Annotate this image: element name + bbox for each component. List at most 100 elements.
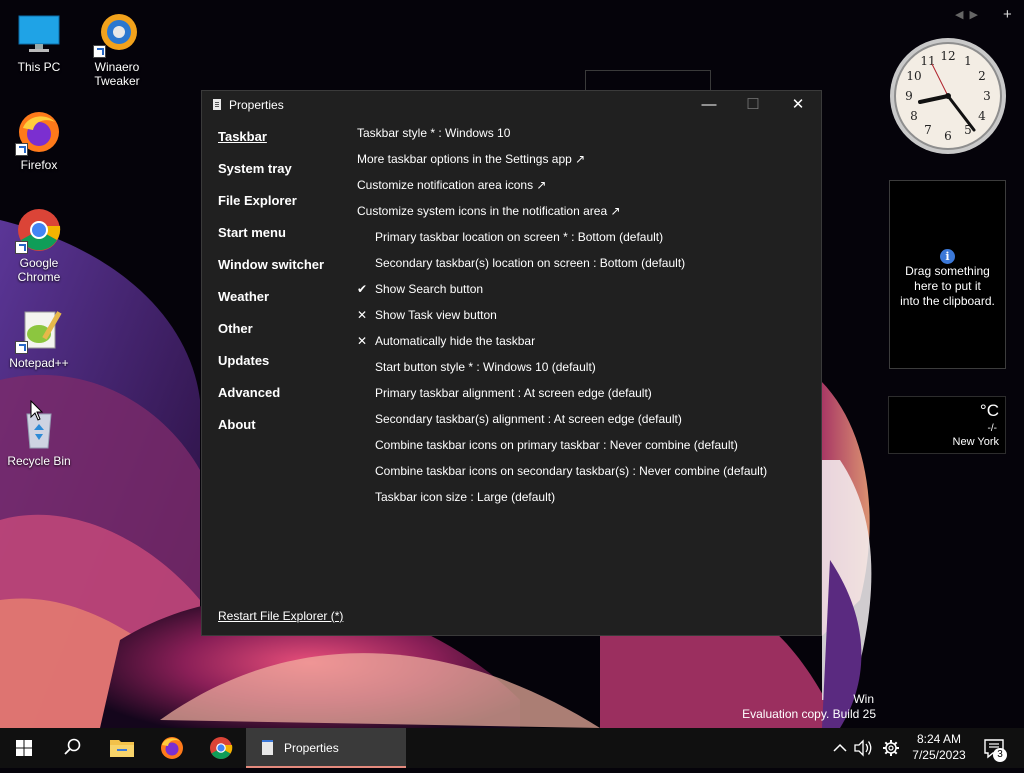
desktop-icon-label: Winaero bbox=[94, 60, 140, 74]
desktop-icon-winaero-tweaker[interactable]: Winaero Tweaker bbox=[78, 10, 156, 88]
svg-text:2: 2 bbox=[978, 69, 986, 83]
windows-logo-icon bbox=[16, 740, 32, 756]
taskbar-firefox[interactable] bbox=[148, 728, 196, 768]
desktop-icon-label: Google bbox=[19, 256, 59, 270]
option-combine-primary[interactable]: Combine taskbar icons on primary taskbar… bbox=[375, 438, 738, 452]
sidebar-item-updates[interactable]: Updates bbox=[218, 353, 269, 368]
restart-file-explorer-link[interactable]: Restart File Explorer (*) bbox=[218, 609, 343, 623]
clipboard-hint-line: here to put it bbox=[914, 279, 981, 293]
weather-city: New York bbox=[952, 436, 999, 448]
option-auto-hide-taskbar[interactable]: Automatically hide the taskbar bbox=[375, 334, 535, 348]
svg-text:9: 9 bbox=[905, 89, 913, 103]
clock-time: 8:24 AM bbox=[916, 732, 962, 746]
notepad-plus-plus-icon bbox=[15, 306, 63, 354]
chevron-up-icon bbox=[833, 743, 847, 752]
desktop-icon-this-pc[interactable]: This PC bbox=[0, 10, 78, 74]
cross-icon: ✕ bbox=[357, 334, 368, 348]
gadget-prev-icon[interactable]: ◀ bbox=[955, 9, 969, 21]
cross-icon: ✕ bbox=[357, 308, 368, 322]
search-icon bbox=[64, 738, 81, 755]
volume-button[interactable] bbox=[852, 728, 874, 768]
taskbar-properties-window[interactable]: Properties bbox=[246, 728, 406, 768]
weather-gadget[interactable]: °C -/- New York bbox=[888, 396, 1006, 454]
taskbar: Properties 8:24 AM 7/25/2023 3 bbox=[0, 728, 1024, 768]
svg-text:7: 7 bbox=[924, 123, 932, 137]
speaker-icon bbox=[854, 739, 872, 757]
option-notification-icons-link[interactable]: Customize notification area icons ↗ bbox=[357, 178, 546, 192]
sidebar-item-other[interactable]: Other bbox=[218, 321, 253, 336]
option-primary-alignment[interactable]: Primary taskbar alignment : At screen ed… bbox=[375, 386, 652, 400]
sidebar-item-weather[interactable]: Weather bbox=[218, 289, 269, 304]
info-icon: i bbox=[940, 249, 955, 264]
folder-icon bbox=[110, 740, 134, 757]
option-secondary-location[interactable]: Secondary taskbar(s) location on screen … bbox=[375, 256, 685, 270]
sidebar-item-taskbar[interactable]: Taskbar bbox=[218, 129, 267, 144]
properties-app-icon bbox=[213, 99, 221, 110]
desktop-icon-google-chrome[interactable]: Google Chrome bbox=[0, 206, 78, 284]
svg-text:4: 4 bbox=[978, 109, 986, 123]
firefox-icon bbox=[15, 108, 63, 156]
clipboard-gadget[interactable]: i Drag something here to put it into the… bbox=[889, 180, 1006, 369]
taskbar-clock[interactable]: 8:24 AM 7/25/2023 bbox=[905, 728, 973, 771]
chrome-icon bbox=[15, 206, 63, 254]
option-settings-app-link[interactable]: More taskbar options in the Settings app… bbox=[357, 152, 585, 166]
desktop-icon-label: Tweaker bbox=[94, 74, 140, 88]
watermark-line: Win bbox=[853, 692, 874, 706]
option-taskbar-style[interactable]: Taskbar style * : Windows 10 bbox=[357, 126, 510, 140]
option-secondary-alignment[interactable]: Secondary taskbar(s) alignment : At scre… bbox=[375, 412, 682, 426]
option-system-icons-link[interactable]: Customize system icons in the notificati… bbox=[357, 204, 621, 218]
shortcut-arrow-icon bbox=[15, 341, 28, 354]
desktop-icon-firefox[interactable]: Firefox bbox=[0, 108, 78, 172]
option-start-button-style[interactable]: Start button style * : Windows 10 (defau… bbox=[375, 360, 596, 374]
gadget-next-icon[interactable]: ▶ bbox=[969, 9, 983, 21]
desktop-icon-label: Firefox bbox=[20, 158, 58, 172]
firefox-icon bbox=[161, 737, 183, 759]
svg-text:12: 12 bbox=[940, 49, 955, 63]
evaluation-watermark: Win Evaluation copy. Build 25 bbox=[742, 692, 876, 722]
action-center-button[interactable]: 3 bbox=[980, 728, 1010, 768]
shortcut-arrow-icon bbox=[15, 241, 28, 254]
clipboard-hint: Drag something here to put it into the c… bbox=[890, 264, 1005, 309]
minimize-button[interactable]: — bbox=[687, 91, 731, 121]
option-show-task-view-button[interactable]: Show Task view button bbox=[375, 308, 497, 322]
shortcut-arrow-icon bbox=[93, 45, 106, 58]
option-show-search-button[interactable]: Show Search button bbox=[375, 282, 483, 296]
desktop-icon-notepad-plus-plus[interactable]: Notepad++ bbox=[0, 306, 78, 370]
start-button[interactable] bbox=[0, 728, 48, 768]
option-primary-location[interactable]: Primary taskbar location on screen * : B… bbox=[375, 230, 663, 244]
gadget-add-icon[interactable]: + bbox=[1003, 6, 1012, 23]
checkmark-icon: ✔ bbox=[357, 282, 368, 296]
taskbar-app-label: Properties bbox=[284, 741, 339, 755]
show-hidden-icons-button[interactable] bbox=[830, 728, 850, 768]
taskbar-search-button[interactable] bbox=[48, 728, 96, 768]
settings-tray-button[interactable] bbox=[879, 728, 903, 768]
taskbar-chrome[interactable] bbox=[197, 728, 245, 768]
clock-gadget[interactable]: 12 12 345 678 91011 bbox=[888, 34, 1008, 158]
winaero-tweaker-icon bbox=[93, 10, 141, 58]
sidebar-item-start-menu[interactable]: Start menu bbox=[218, 225, 286, 240]
weather-unit: °C bbox=[979, 401, 999, 420]
sidebar-item-about[interactable]: About bbox=[218, 417, 256, 432]
svg-text:10: 10 bbox=[906, 69, 921, 83]
sidebar-item-file-explorer[interactable]: File Explorer bbox=[218, 193, 297, 208]
close-button[interactable]: ✕ bbox=[776, 91, 820, 121]
properties-window[interactable]: Properties — ☐ ✕ Taskbar System tray Fil… bbox=[201, 90, 822, 636]
option-icon-size[interactable]: Taskbar icon size : Large (default) bbox=[375, 490, 555, 504]
watermark-line: Evaluation copy. Build 25 bbox=[742, 707, 876, 721]
maximize-button[interactable]: ☐ bbox=[731, 91, 775, 121]
clock-date: 7/25/2023 bbox=[912, 748, 966, 762]
option-combine-secondary[interactable]: Combine taskbar icons on secondary taskb… bbox=[375, 464, 767, 478]
taskbar-file-explorer[interactable] bbox=[98, 728, 146, 768]
sidebar-item-system-tray[interactable]: System tray bbox=[218, 161, 292, 176]
gadget-nav[interactable]: ◀▶ bbox=[955, 8, 984, 21]
title-bar[interactable]: Properties — ☐ ✕ bbox=[202, 91, 821, 121]
svg-text:8: 8 bbox=[910, 109, 918, 123]
sidebar-item-advanced[interactable]: Advanced bbox=[218, 385, 280, 400]
notification-icon bbox=[984, 739, 1004, 759]
weather-condition: -/- bbox=[987, 423, 997, 434]
mouse-pointer-icon bbox=[30, 400, 44, 421]
shortcut-arrow-icon bbox=[15, 143, 28, 156]
sidebar-item-window-switcher[interactable]: Window switcher bbox=[218, 257, 324, 272]
window-title: Properties bbox=[229, 98, 284, 112]
properties-app-icon bbox=[262, 740, 273, 755]
